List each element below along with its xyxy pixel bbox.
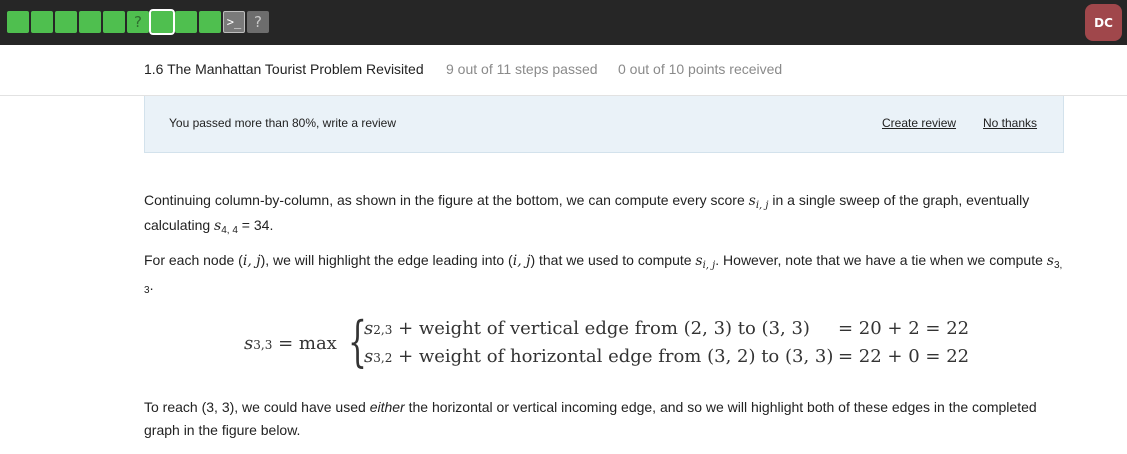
math-sub: i, j [755,200,769,211]
math-sub: i, j [702,260,716,271]
math-sub: 4, 4 [221,225,238,236]
formula-result: = 22 + 0 = 22 [838,346,970,367]
step-4[interactable] [79,11,101,33]
paragraph-3: To reach (3, 3), we could have used eith… [144,396,1064,442]
math-var: s [364,318,374,339]
formula-lhs: s3,3 = max [244,333,337,354]
formula-row-horizontal: s3,2 + weight of horizontal edge from (3… [364,346,969,367]
formula-row-vertical: s2,3 + weight of vertical edge from (2, … [364,318,969,339]
tie-formula: s3,3 = max { s2,3 + weight of vertical e… [244,311,984,375]
no-thanks-link[interactable]: No thanks [983,116,1037,130]
question-icon: ? [254,13,262,31]
formula-text: + weight of horizontal edge from (3, 2) … [392,346,834,367]
text: = 34. [237,217,274,233]
step-6[interactable]: ? [127,11,149,33]
step-8[interactable] [175,11,197,33]
step-5[interactable] [103,11,125,33]
avatar[interactable]: DC [1085,4,1122,41]
step-7-current[interactable] [149,9,175,35]
math-var: s [364,346,374,367]
text: To reach (3, 3), we could have used [144,399,370,415]
create-review-link[interactable]: Create review [882,116,956,130]
text: . However, note that we have a tie when … [715,252,1047,268]
math-var: i, j [512,253,531,269]
paragraph-1: Continuing column-by-column, as shown in… [144,189,1064,239]
paragraph-2: For each node (i, j), we will highlight … [144,249,1064,299]
question-icon: ? [134,13,142,31]
math-sub: 3,2 [373,351,393,365]
math-var: s [1046,253,1054,269]
step-1[interactable] [7,11,29,33]
max-operator: = max [272,333,337,354]
math-sub: 3,3 [253,338,273,352]
steps-passed-count: 9 out of 11 steps passed [446,61,598,77]
points-received: 0 out of 10 points received [618,61,783,77]
step-3[interactable] [55,11,77,33]
terminal-icon: >_ [226,15,242,29]
emphasis: either [369,399,405,415]
math-sub: 2,3 [373,323,393,337]
math-var: i, j [242,253,261,269]
text: For each node ( [144,252,243,268]
lesson-header: 1.6 The Manhattan Tourist Problem Revisi… [0,45,1127,96]
text: . [149,277,154,293]
step-10[interactable]: >_ [223,11,245,33]
top-bar: ? >_ ? DC [0,0,1127,45]
math-var: s [748,193,756,209]
step-progress: ? >_ ? [7,9,269,35]
review-banner: You passed more than 80%, write a review… [144,96,1064,153]
step-9[interactable] [199,11,221,33]
review-prompt: You passed more than 80%, write a review [169,116,397,130]
text: ), we will highlight the edge leading in… [260,252,513,268]
text: Continuing column-by-column, as shown in… [144,192,749,208]
formula-result: = 20 + 2 = 22 [838,318,970,339]
math-var: s [695,253,703,269]
formula-text: + weight of vertical edge from (2, 3) to… [392,318,810,339]
step-2[interactable] [31,11,53,33]
math-var: s [244,333,254,354]
text: ) that we used to compute [530,252,696,268]
step-11[interactable]: ? [247,11,269,33]
lesson-title[interactable]: 1.6 The Manhattan Tourist Problem Revisi… [144,61,424,77]
